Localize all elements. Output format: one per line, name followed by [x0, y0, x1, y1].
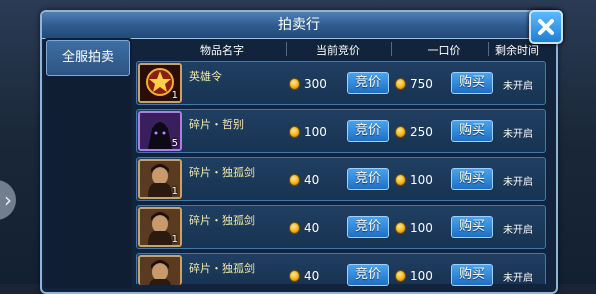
buy-button[interactable]: 购买	[451, 216, 493, 238]
header-current-bid: 当前竞价	[316, 44, 360, 57]
gold-coin-icon	[395, 78, 406, 90]
item-name: 碎片・哲别	[189, 118, 244, 131]
close-x-icon	[538, 19, 554, 35]
buyout-price: 750	[410, 77, 433, 91]
item-count: 1	[171, 234, 178, 245]
buyout-price: 100	[410, 269, 433, 283]
item-name: 碎片・独孤剑	[189, 262, 255, 275]
current-bid-price: 40	[304, 269, 320, 283]
buy-button[interactable]: 购买	[451, 168, 493, 190]
header-buyout: 一口价	[427, 44, 461, 57]
item-slot[interactable]: 1	[138, 159, 182, 199]
buy-button[interactable]: 购买	[451, 72, 493, 94]
current-bid-price: 100	[304, 125, 327, 139]
auction-row: 5 碎片・哲别 100 竞价 250 购买 未开启	[136, 109, 546, 153]
sidebar-tab-all-server-auction[interactable]: 全服拍卖	[46, 40, 130, 76]
buyout-price: 100	[410, 173, 433, 187]
item-count: 5	[171, 138, 178, 149]
auction-row: 1 碎片・独孤剑 40 竞价 100 购买 未开启	[136, 205, 546, 249]
gold-coin-icon	[395, 126, 406, 138]
item-slot[interactable]: 1	[138, 63, 182, 103]
table-header: 物品名字 当前竞价 一口价 剩余时间	[136, 40, 546, 58]
item-name: 碎片・独孤剑	[189, 214, 255, 227]
auction-row: 碎片・独孤剑 40 竞价 100 购买 未开启	[136, 253, 546, 286]
current-bid-price: 40	[304, 173, 320, 187]
gold-coin-icon	[395, 270, 406, 282]
item-count: 1	[171, 90, 178, 101]
column-divider	[286, 42, 287, 56]
gold-coin-icon	[289, 78, 300, 90]
item-slot[interactable]	[138, 255, 182, 285]
auction-row: 1 碎片・独孤剑 40 竞价 100 购买 未开启	[136, 157, 546, 201]
header-remaining-time: 剩余时间	[495, 44, 539, 57]
gold-coin-icon	[289, 222, 300, 234]
gold-coin-icon	[289, 174, 300, 186]
remaining-time: 未开启	[503, 129, 533, 140]
gold-coin-icon	[289, 270, 300, 282]
remaining-time: 未开启	[503, 177, 533, 188]
item-slot[interactable]: 1	[138, 207, 182, 247]
bid-button[interactable]: 竞价	[347, 72, 389, 94]
remaining-time: 未开启	[503, 81, 533, 92]
auction-row: 1 英雄令 300 竞价 750 购买 未开启	[136, 61, 546, 105]
gold-coin-icon	[395, 222, 406, 234]
swordsman-portrait-icon	[140, 257, 180, 285]
gold-coin-icon	[289, 126, 300, 138]
buy-button[interactable]: 购买	[451, 120, 493, 142]
remaining-time: 未开启	[503, 225, 533, 236]
buyout-price: 100	[410, 221, 433, 235]
item-name: 英雄令	[189, 70, 222, 83]
bid-button[interactable]: 竞价	[347, 216, 389, 238]
window-title: 拍卖行	[42, 12, 556, 39]
item-slot[interactable]: 5	[138, 111, 182, 151]
header-item-name: 物品名字	[200, 44, 244, 57]
item-count: 1	[171, 186, 178, 197]
bid-button[interactable]: 竞价	[347, 168, 389, 190]
gold-coin-icon	[395, 174, 406, 186]
buy-button[interactable]: 购买	[451, 264, 493, 286]
item-name: 碎片・独孤剑	[189, 166, 255, 179]
bid-button[interactable]: 竞价	[347, 120, 389, 142]
remaining-time: 未开启	[503, 273, 533, 284]
current-bid-price: 40	[304, 221, 320, 235]
buyout-price: 250	[410, 125, 433, 139]
column-divider	[391, 42, 392, 56]
close-button[interactable]	[529, 10, 563, 44]
bid-button[interactable]: 竞价	[347, 264, 389, 286]
current-bid-price: 300	[304, 77, 327, 91]
